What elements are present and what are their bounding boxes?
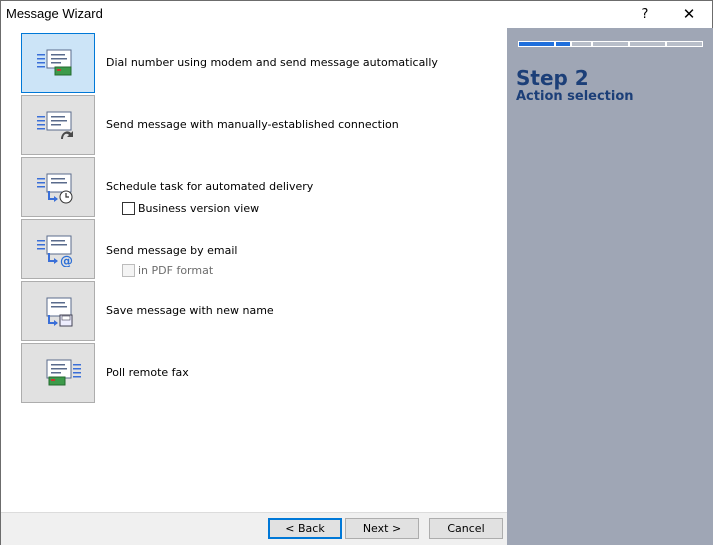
pdf-format-checkbox[interactable] — [122, 264, 135, 277]
step-title: Step 2 — [516, 66, 589, 90]
business-version-label: Business version view — [138, 202, 260, 215]
schedule-clock-icon — [37, 173, 73, 204]
save-message-button[interactable] — [21, 281, 95, 341]
action-row-save: Save message with new name — [21, 281, 491, 341]
schedule-task-button[interactable] — [21, 157, 95, 217]
svg-text:@: @ — [60, 254, 73, 267]
progress-segment — [518, 41, 555, 47]
action-row-dial: Dial number using modem and send message… — [21, 33, 491, 93]
progress-segment — [571, 41, 592, 47]
wizard-content: Dial number using modem and send message… — [1, 28, 507, 512]
cancel-button[interactable]: Cancel — [429, 518, 503, 539]
email-at-icon: @ — [37, 235, 73, 267]
progress-segment — [592, 41, 629, 47]
progress-segment — [666, 41, 703, 47]
step-subtitle: Action selection — [516, 89, 634, 104]
action-row-poll: Poll remote fax — [21, 343, 491, 403]
schedule-task-label: Schedule task for automated delivery — [106, 180, 314, 193]
progress-segment — [629, 41, 666, 47]
pdf-format-label: in PDF format — [138, 264, 214, 277]
next-button[interactable]: Next > — [345, 518, 419, 539]
poll-fax-icon — [46, 359, 81, 386]
manual-connection-label: Send message with manually-established c… — [106, 118, 399, 131]
business-version-checkbox[interactable] — [122, 202, 135, 215]
action-row-email: @ Send message by email in PDF format — [21, 219, 491, 279]
message-wizard-window: Message Wizard ? ✕ Dial number using mod… — [0, 0, 713, 545]
back-button[interactable]: < Back — [268, 518, 342, 539]
poll-fax-label: Poll remote fax — [106, 366, 189, 379]
manual-connection-button[interactable] — [21, 95, 95, 155]
modem-dial-icon — [37, 49, 72, 76]
save-message-label: Save message with new name — [106, 304, 274, 317]
send-email-label: Send message by email — [106, 244, 238, 257]
step-side-panel: Step 2 Action selection — [507, 28, 713, 545]
progress-segment — [555, 41, 571, 47]
title-bar: Message Wizard ? ✕ — [1, 1, 712, 28]
dial-modem-button[interactable] — [21, 33, 95, 93]
action-row-schedule: Schedule task for automated delivery Bus… — [21, 157, 491, 217]
dial-modem-label: Dial number using modem and send message… — [106, 56, 438, 69]
poll-fax-button[interactable] — [21, 343, 95, 403]
close-button[interactable]: ✕ — [667, 1, 711, 28]
save-document-icon — [46, 297, 73, 327]
button-bar: < Back Next > Cancel — [1, 512, 507, 545]
send-email-button[interactable]: @ — [21, 219, 95, 279]
window-title: Message Wizard — [6, 6, 103, 21]
help-button[interactable]: ? — [623, 1, 667, 28]
action-row-manual: Send message with manually-established c… — [21, 95, 491, 155]
manual-connection-icon — [37, 111, 73, 139]
